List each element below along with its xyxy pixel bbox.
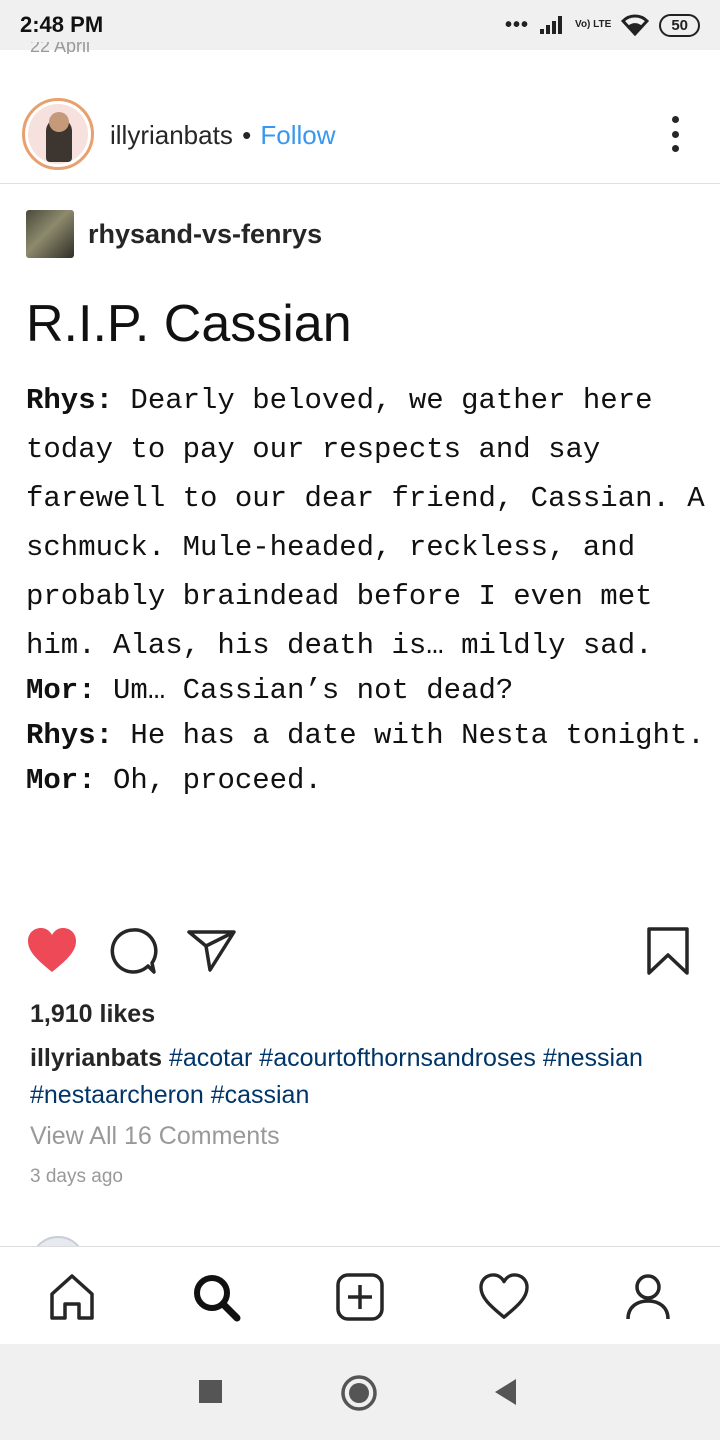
volte-icon: Vo) LTE xyxy=(575,19,612,30)
post-actions xyxy=(0,926,720,982)
hashtag[interactable]: #nestaarcheron xyxy=(30,1081,204,1109)
new-post-icon xyxy=(336,1273,384,1321)
header-username[interactable]: illyrianbats xyxy=(110,120,233,150)
header-user-line: illyrianbats • Follow xyxy=(110,120,336,151)
previous-post-peek: 22 April xyxy=(30,42,91,54)
wifi-icon xyxy=(621,14,650,36)
speaker: Rhys: xyxy=(26,719,114,752)
avatar[interactable] xyxy=(22,98,94,170)
hashtag[interactable]: #cassian xyxy=(211,1081,310,1109)
status-icons: ••• Vo) LTE 50 xyxy=(505,10,700,40)
view-comments-link[interactable]: View All 16 Comments xyxy=(30,1122,280,1151)
post-body: Rhys: Dearly beloved, we gather here tod… xyxy=(26,376,706,801)
dialogue-text: Um… Cassian’s not dead? xyxy=(95,674,514,707)
search-icon xyxy=(194,1275,241,1322)
speaker: Rhys: xyxy=(26,384,114,417)
bookmark-icon[interactable] xyxy=(646,926,690,976)
dialogue-text: Oh, proceed. xyxy=(95,764,322,797)
avatar-image xyxy=(28,104,88,164)
comment-icon[interactable] xyxy=(108,926,158,976)
caption-username[interactable]: illyrianbats xyxy=(30,1044,162,1072)
back-triangle-icon[interactable] xyxy=(492,1374,518,1410)
nav-profile[interactable] xyxy=(620,1269,676,1325)
activity-heart-icon xyxy=(479,1273,529,1319)
dialogue-line: Mor: Oh, proceed. xyxy=(26,760,706,801)
dialogue-line: Rhys: Dearly beloved, we gather here tod… xyxy=(26,376,706,670)
home-circle-icon[interactable] xyxy=(340,1374,378,1412)
speaker: Mor: xyxy=(26,674,96,707)
nav-search[interactable] xyxy=(188,1269,244,1325)
dialogue-text: Dearly beloved, we gather here today to … xyxy=(26,384,705,662)
home-icon xyxy=(50,1274,94,1320)
cell-signal-icon xyxy=(540,16,563,34)
status-bar: 2:48 PM ••• Vo) LTE 50 xyxy=(0,0,720,50)
post-header: illyrianbats • Follow xyxy=(0,88,720,184)
system-nav-bar xyxy=(0,1344,720,1440)
status-time: 2:48 PM xyxy=(20,12,104,37)
heart-filled-icon[interactable] xyxy=(26,926,78,976)
likes-count[interactable]: 1,910 likes xyxy=(30,1000,155,1029)
header-separator: • xyxy=(242,120,252,150)
nav-home[interactable] xyxy=(44,1269,100,1325)
post-timestamp: 3 days ago xyxy=(30,1166,123,1187)
dialogue-line: Rhys: He has a date with Nesta tonight. xyxy=(26,711,706,760)
battery-indicator: 50 xyxy=(659,13,700,37)
hashtag[interactable]: #acourtofthornsandroses xyxy=(259,1044,536,1072)
post-title: R.I.P. Cassian xyxy=(26,295,352,353)
source-thumbnail xyxy=(26,210,74,258)
bottom-nav xyxy=(0,1246,720,1344)
dialogue-line: Mor: Um… Cassian’s not dead? xyxy=(26,670,706,711)
hashtag[interactable]: #acotar xyxy=(169,1044,252,1072)
more-options-icon[interactable] xyxy=(670,116,680,152)
profile-icon xyxy=(626,1274,670,1320)
speaker: Mor: xyxy=(26,764,96,797)
nav-new-post[interactable] xyxy=(332,1269,388,1325)
signal-dots: ••• xyxy=(505,13,530,36)
follow-button[interactable]: Follow xyxy=(260,120,335,150)
paper-plane-icon[interactable] xyxy=(186,926,238,974)
source-blog[interactable]: rhysand-vs-fenrys xyxy=(26,210,322,258)
caption: illyrianbats #acotar #acourtofthornsandr… xyxy=(30,1040,710,1114)
dialogue-text: He has a date with Nesta tonight. xyxy=(113,719,705,752)
recents-square-icon[interactable] xyxy=(198,1374,224,1410)
source-name[interactable]: rhysand-vs-fenrys xyxy=(88,219,322,250)
hashtag[interactable]: #nessian xyxy=(543,1044,643,1072)
nav-activity[interactable] xyxy=(476,1269,532,1325)
